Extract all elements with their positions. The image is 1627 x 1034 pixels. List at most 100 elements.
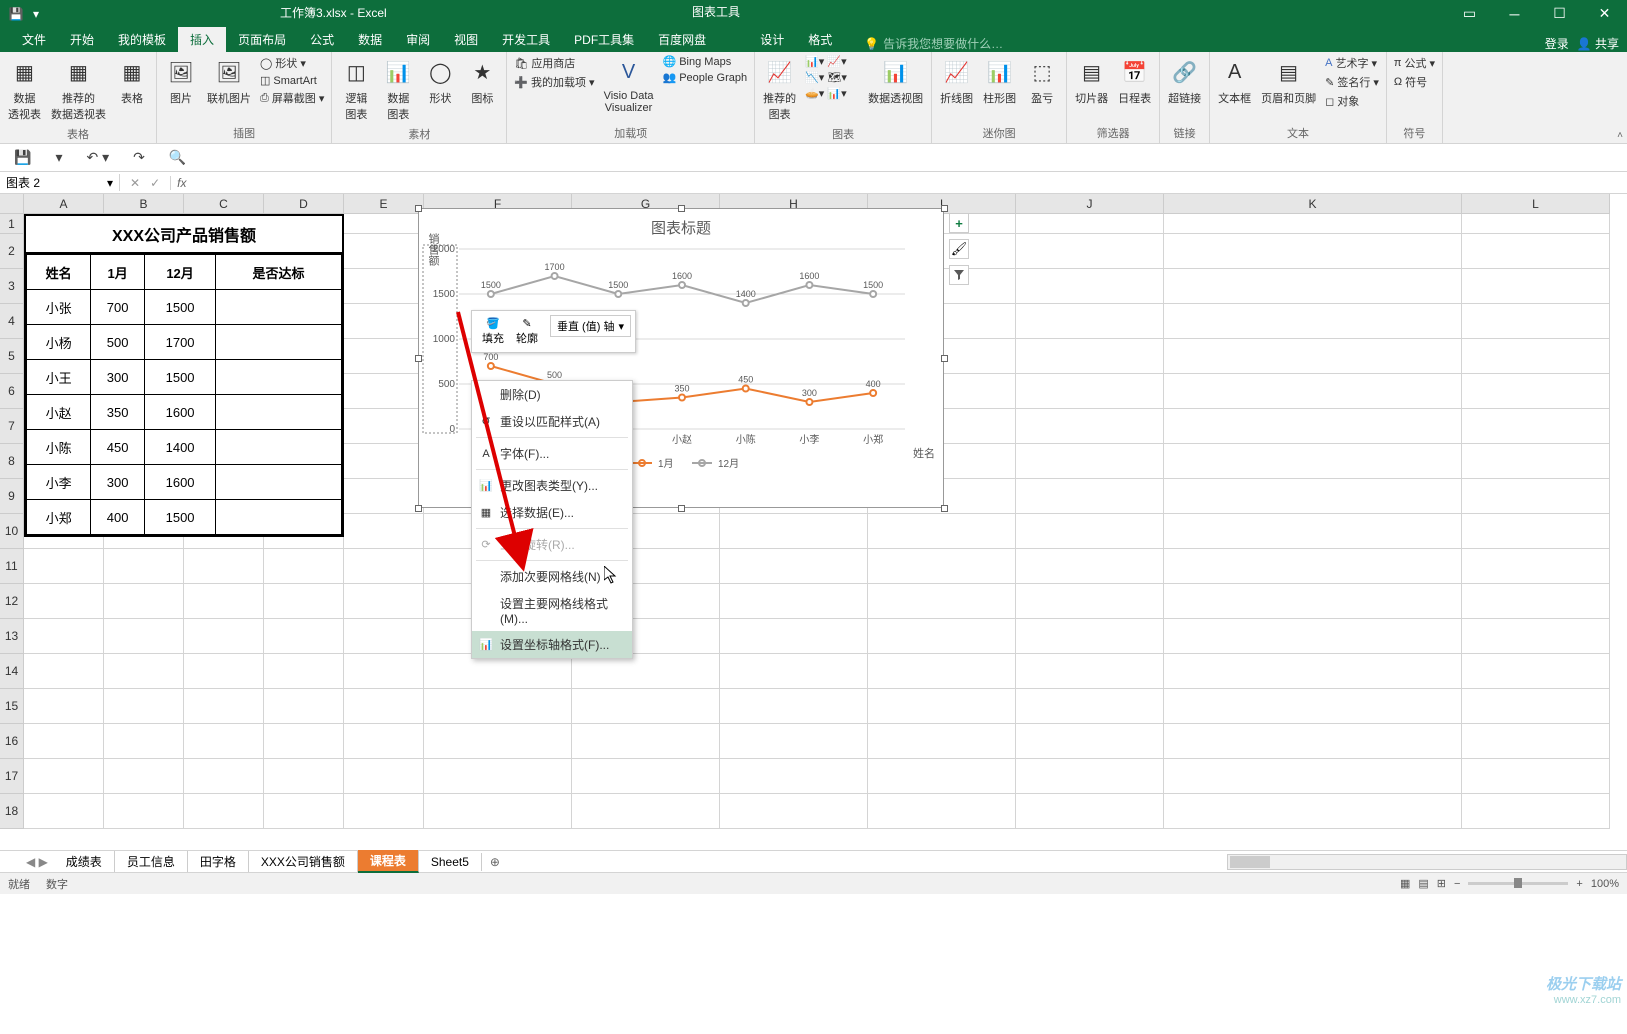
row-header[interactable]: 18 — [0, 794, 24, 829]
view-break-icon[interactable]: ⊞ — [1437, 877, 1446, 890]
redo-button[interactable]: ↷ — [127, 147, 151, 168]
menu-axis-format[interactable]: 📊设置坐标轴格式(F)... — [472, 631, 632, 658]
save-icon[interactable]: 💾 — [8, 6, 24, 22]
row-header[interactable]: 13 — [0, 619, 24, 654]
link-button[interactable]: 🔗超链接 — [1164, 54, 1205, 108]
spark-col-button[interactable]: 📊柱形图 — [979, 54, 1020, 108]
resize-handle[interactable] — [678, 205, 685, 212]
online-pic-button[interactable]: 🖼联机图片 — [203, 54, 255, 108]
sheet-tab-2[interactable]: 员工信息 — [115, 851, 188, 872]
pivot-table-button[interactable]: ▦数据 透视表 — [4, 54, 45, 124]
spark-wl-button[interactable]: ⬚盈亏 — [1022, 54, 1062, 108]
obj-button[interactable]: ◻对象 — [1322, 92, 1382, 110]
textbox-button[interactable]: A文本框 — [1214, 54, 1255, 108]
resize-handle[interactable] — [415, 205, 422, 212]
row-header[interactable]: 14 — [0, 654, 24, 689]
maximize-icon[interactable]: ☐ — [1537, 0, 1582, 27]
tab-review[interactable]: 审阅 — [394, 27, 442, 52]
sheet-tab-1[interactable]: 成绩表 — [54, 851, 115, 872]
tab-pdf[interactable]: PDF工具集 — [562, 27, 646, 52]
sheet-tab-5[interactable]: 课程表 — [358, 850, 419, 873]
resize-handle[interactable] — [941, 205, 948, 212]
undo-button[interactable]: ↶ ▾ — [80, 147, 115, 168]
zoom-level[interactable]: 100% — [1591, 878, 1619, 890]
tab-home[interactable]: 开始 — [58, 27, 106, 52]
sheet-tab-6[interactable]: Sheet5 — [419, 853, 482, 871]
formula-input[interactable]: fx — [171, 176, 1627, 190]
row-header[interactable]: 10 — [0, 514, 24, 549]
tab-format[interactable]: 格式 — [796, 27, 844, 52]
people-button[interactable]: 👥People Graph — [660, 70, 751, 85]
row-header[interactable]: 3 — [0, 269, 24, 304]
pic-button[interactable]: 🖼图片 — [161, 54, 201, 108]
row-header[interactable]: 6 — [0, 374, 24, 409]
tab-insert[interactable]: 插入 — [178, 27, 226, 52]
row-header[interactable]: 16 — [0, 724, 24, 759]
table-button[interactable]: ▦表格 — [112, 54, 152, 108]
chart-type-3[interactable]: 🥧▾ 📊▾ — [802, 86, 862, 101]
data-chart-button[interactable]: 📊数据 图表 — [378, 54, 418, 124]
qat-dropdown[interactable]: ▾ — [49, 147, 68, 168]
col-header[interactable]: B — [104, 194, 184, 214]
sheet-tab-4[interactable]: XXX公司销售额 — [249, 851, 358, 872]
sig-button[interactable]: ✎签名行 ▾ — [1322, 73, 1382, 91]
chart-type-1[interactable]: 📊▾ 📈▾ — [802, 54, 862, 69]
row-header[interactable]: 17 — [0, 759, 24, 794]
tab-file[interactable]: 文件 — [10, 27, 58, 52]
hier-button[interactable]: ◫逻辑 图表 — [336, 54, 376, 124]
dropdown-icon[interactable]: ▾ — [28, 6, 44, 22]
save-button[interactable]: 💾 — [8, 147, 37, 168]
tab-baidu[interactable]: 百度网盘 — [646, 27, 718, 52]
cancel-formula-icon[interactable]: ✕ — [126, 176, 144, 190]
row-header[interactable]: 2 — [0, 234, 24, 269]
horizontal-scrollbar[interactable] — [1227, 854, 1627, 870]
menu-reset[interactable]: ↺重设以匹配样式(A) — [472, 408, 632, 435]
chevron-down-icon[interactable]: ▾ — [107, 176, 113, 190]
row-header[interactable]: 9 — [0, 479, 24, 514]
resize-handle[interactable] — [941, 505, 948, 512]
add-sheet-button[interactable]: ⊕ — [482, 855, 508, 869]
model-button[interactable]: ◯形状 — [420, 54, 460, 108]
tab-data[interactable]: 数据 — [346, 27, 394, 52]
login-link[interactable]: 登录 — [1545, 35, 1569, 52]
zoom-in-icon[interactable]: + — [1576, 878, 1582, 890]
wordart-button[interactable]: A艺术字 ▾ — [1322, 54, 1382, 72]
enter-formula-icon[interactable]: ✓ — [146, 176, 164, 190]
menu-select-data[interactable]: ▦选择数据(E)... — [472, 499, 632, 526]
row-header[interactable]: 7 — [0, 409, 24, 444]
view-normal-icon[interactable]: ▦ — [1400, 877, 1410, 890]
menu-font[interactable]: A字体(F)... — [472, 440, 632, 467]
pivot-chart-button[interactable]: 📊数据透视图 — [864, 54, 927, 108]
rec-pivot-button[interactable]: ▦推荐的 数据透视表 — [47, 54, 110, 124]
chart-filters-button[interactable] — [949, 265, 969, 285]
resize-handle[interactable] — [678, 505, 685, 512]
myaddins-button[interactable]: ➕我的加载项 ▾ — [511, 73, 597, 91]
chart-type-2[interactable]: 📉▾ 🗺▾ — [802, 70, 862, 85]
share-button[interactable]: 👤 共享 — [1577, 35, 1619, 52]
timeline-button[interactable]: 📅日程表 — [1114, 54, 1155, 108]
col-header[interactable]: E — [344, 194, 424, 214]
menu-major-grid-fmt[interactable]: 设置主要网格线格式(M)... — [472, 590, 632, 631]
select-all-corner[interactable] — [0, 194, 24, 214]
chart-styles-button[interactable]: 🖌 — [949, 239, 969, 259]
screenshot-button[interactable]: ⎙屏幕截图 ▾ — [257, 89, 327, 107]
bing-button[interactable]: 🌐Bing Maps — [660, 54, 751, 69]
row-header[interactable]: 8 — [0, 444, 24, 479]
tab-formula[interactable]: 公式 — [298, 27, 346, 52]
col-header[interactable]: A — [24, 194, 104, 214]
icons-button[interactable]: ★图标 — [462, 54, 502, 108]
col-header[interactable]: L — [1462, 194, 1610, 214]
outline-button[interactable]: ✎轮廓 — [510, 315, 544, 348]
sheet-nav[interactable]: ◀ ▶ — [20, 855, 54, 869]
tab-design[interactable]: 设计 — [748, 27, 796, 52]
store-button[interactable]: 🛍应用商店 — [511, 54, 597, 72]
menu-change-type[interactable]: 📊更改图表类型(Y)... — [472, 472, 632, 499]
tab-dev[interactable]: 开发工具 — [490, 27, 562, 52]
row-header[interactable]: 4 — [0, 304, 24, 339]
header-button[interactable]: ▤页眉和页脚 — [1257, 54, 1320, 108]
smartart-button[interactable]: ◫SmartArt — [257, 73, 327, 88]
close-icon[interactable]: ✕ — [1582, 0, 1627, 27]
view-page-icon[interactable]: ▤ — [1418, 877, 1428, 890]
row-header[interactable]: 15 — [0, 689, 24, 724]
row-header[interactable]: 5 — [0, 339, 24, 374]
